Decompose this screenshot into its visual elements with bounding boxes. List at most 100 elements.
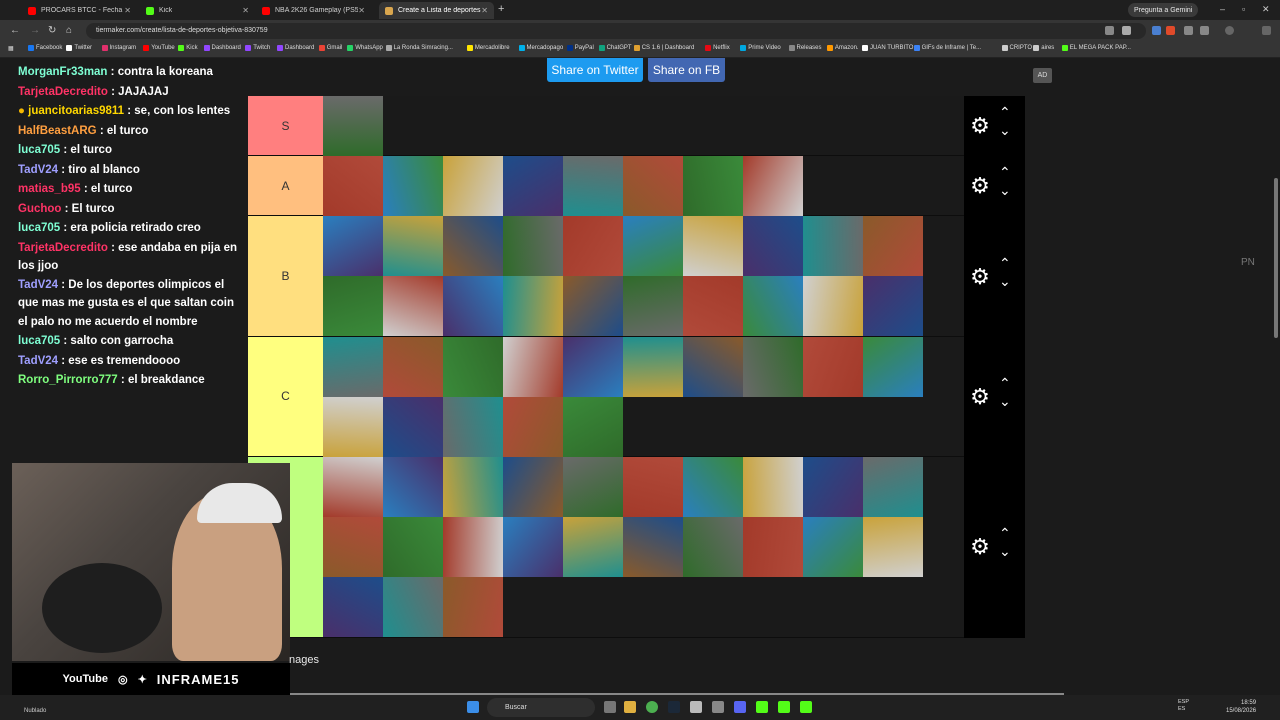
- bookmark-item[interactable]: Gmail: [318, 45, 342, 51]
- bookmark-item[interactable]: PayPal: [566, 45, 594, 51]
- tier-item-image[interactable]: [383, 396, 443, 457]
- tier-item-image[interactable]: [323, 457, 383, 518]
- tier-item-image[interactable]: [383, 216, 443, 277]
- tier-item-image[interactable]: [323, 216, 383, 277]
- tier-item-image[interactable]: [803, 276, 863, 337]
- bookmark-item[interactable]: Dashboard: [203, 45, 241, 51]
- bookmark-star-icon[interactable]: [1122, 26, 1131, 35]
- extension-icon[interactable]: [1184, 26, 1193, 35]
- tier-label[interactable]: S: [248, 96, 323, 156]
- tier-item-image[interactable]: [803, 517, 863, 578]
- tier-item-image[interactable]: [443, 577, 503, 638]
- windows-start-icon[interactable]: [467, 701, 479, 713]
- tier-item-image[interactable]: [443, 216, 503, 277]
- bookmark-item[interactable]: CS 1.6 | Dashboard: [633, 45, 694, 51]
- clock[interactable]: 18:59 15/08/2026: [1226, 699, 1256, 715]
- vertical-scrollbar[interactable]: [1272, 58, 1280, 695]
- app-icon[interactable]: [712, 701, 724, 713]
- tier-item-image[interactable]: [383, 577, 443, 638]
- tier-settings-gear-icon[interactable]: ⚙: [969, 536, 991, 558]
- tier-item-image[interactable]: [563, 216, 623, 277]
- url-input[interactable]: tiermaker.com/create/lista-de-deportes-o…: [86, 23, 1146, 39]
- tier-item-image[interactable]: [323, 156, 383, 217]
- tier-item-image[interactable]: [863, 517, 923, 578]
- taskbar-search[interactable]: Buscar: [487, 698, 595, 717]
- bookmark-item[interactable]: GIFs de Inframe | Te...: [913, 45, 981, 51]
- tier-item-image[interactable]: [563, 156, 623, 217]
- move-tier-up-icon[interactable]: ⌃: [999, 164, 1011, 181]
- tier-label[interactable]: A: [248, 156, 323, 216]
- tier-item-image[interactable]: [563, 457, 623, 518]
- browser-tab[interactable]: Create a Lista de deportes (obj✕: [379, 2, 494, 19]
- language-indicator[interactable]: ESP ES: [1178, 699, 1189, 713]
- tier-item-image[interactable]: [503, 156, 563, 217]
- tier-label[interactable]: B: [248, 216, 323, 336]
- tier-settings-gear-icon[interactable]: ⚙: [969, 385, 991, 408]
- bookmark-item[interactable]: Facebook: [28, 45, 62, 51]
- extensions-puzzle-icon[interactable]: [1200, 26, 1209, 35]
- tier-item-image[interactable]: [383, 336, 443, 397]
- gemini-button[interactable]: Pregunta a Gemini: [1128, 3, 1199, 17]
- bookmark-item[interactable]: Releases: [788, 45, 822, 51]
- tier-item-image[interactable]: [683, 336, 743, 397]
- bookmark-item[interactable]: WhatsApp: [347, 45, 383, 51]
- bookmark-item[interactable]: Prime Video: [740, 45, 781, 51]
- tier-item-image[interactable]: [323, 336, 383, 397]
- maximize-icon[interactable]: ▫: [1242, 4, 1245, 14]
- tier-item-image[interactable]: [563, 336, 623, 397]
- tier-item-image[interactable]: [503, 517, 563, 578]
- chrome-icon[interactable]: [646, 701, 658, 713]
- move-tier-down-icon[interactable]: ⌄: [999, 393, 1011, 410]
- tier-item-image[interactable]: [803, 216, 863, 277]
- back-icon[interactable]: ←: [10, 25, 20, 36]
- tier-item-image[interactable]: [623, 457, 683, 518]
- tier-item-image[interactable]: [743, 216, 803, 277]
- tier-item-image[interactable]: [863, 276, 923, 337]
- kick-icon[interactable]: [800, 701, 812, 713]
- bookmark-item[interactable]: ChatGPT: [598, 45, 632, 51]
- bookmark-item[interactable]: CRIPTO: [1001, 45, 1032, 51]
- tier-item-image[interactable]: [323, 577, 383, 638]
- tier-item-image[interactable]: [503, 276, 563, 337]
- tier-item-image[interactable]: [863, 336, 923, 397]
- move-tier-up-icon[interactable]: ⌃: [999, 255, 1011, 272]
- close-window-icon[interactable]: ✕: [1262, 4, 1270, 15]
- tier-item-image[interactable]: [323, 96, 383, 156]
- tier-label[interactable]: C: [248, 336, 323, 457]
- tier-item-image[interactable]: [623, 517, 683, 578]
- bookmark-item[interactable]: Instagram: [101, 45, 136, 51]
- tier-item-image[interactable]: [383, 457, 443, 518]
- tier-item-image[interactable]: [443, 396, 503, 457]
- bookmark-item[interactable]: Twitch: [245, 45, 270, 51]
- browser-tab[interactable]: PROCARS BTCC - Fecha 2 - Cm✕: [22, 2, 137, 19]
- tier-item-image[interactable]: [563, 517, 623, 578]
- tier-settings-gear-icon[interactable]: ⚙: [969, 115, 991, 137]
- tier-item-image[interactable]: [383, 276, 443, 337]
- close-tab-icon[interactable]: ✕: [124, 6, 131, 15]
- tier-item-image[interactable]: [443, 276, 503, 337]
- tier-item-image[interactable]: [323, 276, 383, 337]
- tier-item-image[interactable]: [503, 336, 563, 397]
- forward-icon[interactable]: →: [30, 25, 40, 36]
- kick-icon[interactable]: [756, 701, 768, 713]
- discord-icon[interactable]: [734, 701, 746, 713]
- tier-item-image[interactable]: [443, 156, 503, 217]
- tier-item-image[interactable]: [623, 336, 683, 397]
- bookmark-item[interactable]: JUAN TURBITO: [862, 45, 913, 51]
- tier-item-image[interactable]: [743, 276, 803, 337]
- tier-item-image[interactable]: [563, 276, 623, 337]
- task-view-icon[interactable]: [604, 701, 616, 713]
- tier-item-image[interactable]: [803, 457, 863, 518]
- app-icon[interactable]: [690, 701, 702, 713]
- move-tier-down-icon[interactable]: ⌄: [999, 122, 1011, 139]
- tier-item-image[interactable]: [623, 156, 683, 217]
- bookmark-item[interactable]: Mercadopago: [518, 45, 563, 51]
- tier-item-image[interactable]: [623, 216, 683, 277]
- browser-tab[interactable]: Kick ✕: [140, 2, 255, 19]
- tier-item-image[interactable]: [623, 276, 683, 337]
- tier-item-image[interactable]: [683, 276, 743, 337]
- close-tab-icon[interactable]: ✕: [242, 6, 249, 15]
- tier-item-image[interactable]: [743, 336, 803, 397]
- move-tier-down-icon[interactable]: ⌄: [999, 543, 1011, 560]
- tier-item-image[interactable]: [383, 517, 443, 578]
